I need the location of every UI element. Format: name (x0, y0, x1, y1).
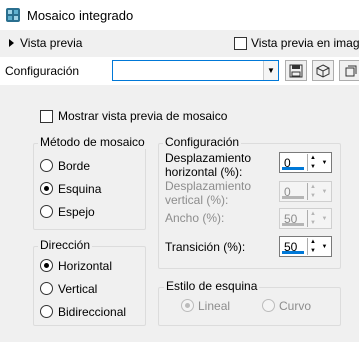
radio-horizontal-label[interactable]: Horizontal (58, 259, 112, 273)
app-icon (6, 8, 20, 22)
h-offset-dropdown-icon[interactable]: ▼ (319, 154, 330, 171)
radio-horizontal[interactable] (40, 259, 53, 272)
transition-spinner[interactable]: 50 ▲ ▼ ▼ (279, 236, 332, 257)
radio-vertical[interactable] (40, 282, 53, 295)
window-title: Mosaico integrado (27, 8, 134, 23)
down-icon[interactable]: ▼ (310, 247, 316, 255)
transition-slider[interactable] (282, 251, 304, 254)
corner-style-title: Estilo de esquina (164, 279, 260, 293)
width-spinner[interactable]: 50 ▲ ▼ ▼ (279, 208, 332, 229)
h-offset-spinner[interactable]: 0 ▲ ▼ ▼ (279, 152, 332, 173)
settings-title: Configuración (163, 135, 242, 149)
width-dropdown-icon[interactable]: ▼ (319, 210, 330, 227)
down-icon[interactable]: ▼ (310, 163, 316, 171)
transition-dropdown-icon[interactable]: ▼ (319, 238, 330, 255)
radio-bidireccional[interactable] (40, 305, 53, 318)
h-offset-label: Desplazamiento horizontal (%): (165, 151, 252, 179)
presets-icon (316, 63, 330, 78)
width-label: Ancho (%): (165, 211, 225, 225)
h-offset-updown[interactable]: ▲ ▼ (307, 154, 318, 171)
radio-vertical-label[interactable]: Vertical (58, 282, 97, 296)
save-icon (289, 64, 303, 77)
radio-esquina-label[interactable]: Esquina (58, 182, 101, 196)
v-offset-spinner[interactable]: 0 ▲ ▼ ▼ (279, 181, 332, 202)
up-icon[interactable]: ▲ (310, 210, 316, 218)
up-icon[interactable]: ▲ (310, 154, 316, 162)
reset-icon (345, 65, 356, 76)
preset-combo[interactable]: ▼ (112, 60, 279, 81)
save-preset-button[interactable] (285, 60, 307, 81)
radio-esquina[interactable] (40, 182, 53, 195)
down-icon[interactable]: ▼ (310, 192, 316, 200)
radio-espejo[interactable] (40, 205, 53, 218)
radio-curvo[interactable] (262, 299, 275, 312)
direction-title: Dirección (38, 238, 93, 252)
radio-curvo-label[interactable]: Curvo (279, 299, 311, 313)
width-slider[interactable] (282, 223, 304, 226)
preview-toggle-label[interactable]: Vista previa (20, 36, 82, 50)
v-offset-label: Desplazamiento vertical (%): (165, 179, 252, 207)
radio-borde-label[interactable]: Borde (58, 159, 90, 173)
up-icon[interactable]: ▲ (310, 183, 316, 191)
image-preview-checkbox[interactable] (234, 37, 247, 50)
reset-button[interactable] (339, 60, 359, 81)
transition-label: Transición (%): (165, 240, 246, 254)
radio-lineal-label[interactable]: Lineal (198, 299, 230, 313)
chevron-down-icon[interactable]: ▼ (263, 61, 278, 80)
image-preview-label[interactable]: Vista previa en imagen (251, 36, 359, 50)
radio-lineal[interactable] (181, 299, 194, 312)
v-offset-updown[interactable]: ▲ ▼ (307, 183, 318, 200)
up-icon[interactable]: ▲ (310, 238, 316, 246)
radio-bidireccional-label[interactable]: Bidireccional (58, 305, 126, 319)
config-label: Configuración (5, 64, 80, 78)
radio-espejo-label[interactable]: Espejo (58, 205, 95, 219)
transition-updown[interactable]: ▲ ▼ (307, 238, 318, 255)
presets-button[interactable] (312, 60, 334, 81)
show-tile-preview-label[interactable]: Mostrar vista previa de mosaico (58, 109, 227, 123)
v-offset-dropdown-icon[interactable]: ▼ (319, 183, 330, 200)
h-offset-slider[interactable] (282, 167, 304, 170)
tile-method-title: Método de mosaico (38, 135, 147, 149)
down-icon[interactable]: ▼ (310, 219, 316, 227)
radio-borde[interactable] (40, 159, 53, 172)
width-updown[interactable]: ▲ ▼ (307, 210, 318, 227)
expand-arrow-icon[interactable] (9, 39, 14, 47)
v-offset-slider[interactable] (282, 196, 304, 199)
show-tile-preview-checkbox[interactable] (40, 110, 53, 123)
